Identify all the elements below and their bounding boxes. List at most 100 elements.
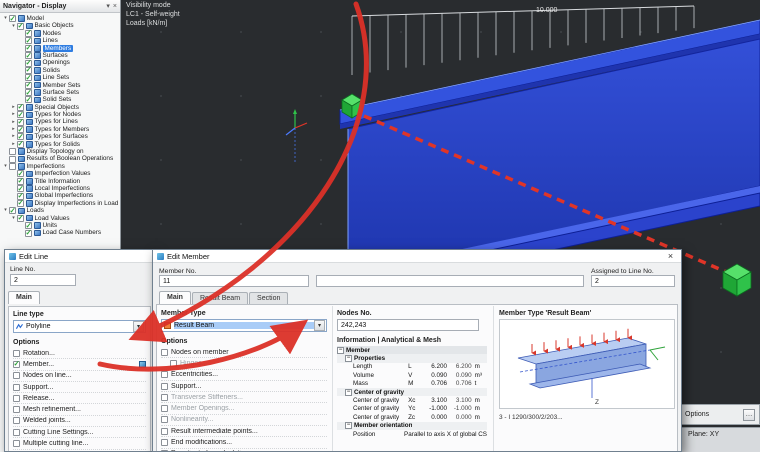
checkbox[interactable]	[161, 405, 168, 412]
checkbox[interactable]	[17, 126, 24, 133]
checkbox[interactable]	[9, 15, 16, 22]
checkbox[interactable]	[9, 163, 16, 170]
tree-item-solid-sets[interactable]: Solid Sets	[0, 96, 120, 103]
tree-item-load-case-numbers[interactable]: Load Case Numbers	[0, 229, 120, 236]
checkbox[interactable]	[17, 215, 24, 222]
tree-item-members[interactable]: Members	[0, 45, 120, 52]
line-type-select[interactable]: Polyline ▾	[13, 320, 146, 333]
checkbox[interactable]	[13, 350, 20, 357]
line-option-mesh-refinement[interactable]: Mesh refinement...	[13, 404, 146, 415]
member-option-nonlinearity[interactable]: Nonlinearity...	[161, 415, 327, 426]
tree-item-imperfections[interactable]: ▾Imperfections	[0, 163, 120, 170]
checkbox[interactable]	[25, 37, 32, 44]
checkbox[interactable]	[25, 45, 32, 52]
checkbox[interactable]	[13, 372, 20, 379]
checkbox[interactable]	[25, 96, 32, 103]
close-icon[interactable]: ×	[664, 251, 677, 262]
tree-item-openings[interactable]: Openings	[0, 59, 120, 66]
tree-item-results-of-boolean-operations[interactable]: Results of Boolean Operations	[0, 155, 120, 162]
support-node-end[interactable]	[723, 264, 751, 296]
tree-item-types-for-lines[interactable]: ▸Types for Lines	[0, 118, 120, 125]
line-option-welded-joints[interactable]: Welded joints...	[13, 416, 146, 427]
tree-item-lines[interactable]: Lines	[0, 37, 120, 44]
member-option-member-openings[interactable]: Member Openings...	[161, 403, 327, 414]
expander-icon[interactable]: ▾	[2, 15, 9, 22]
tab-main[interactable]: Main	[159, 291, 191, 304]
checkbox[interactable]	[161, 428, 168, 435]
checkbox[interactable]	[17, 178, 24, 185]
expander-icon[interactable]: ▸	[10, 141, 17, 148]
checkbox[interactable]	[13, 429, 20, 436]
tree-item-global-imperfections[interactable]: Global Imperfections	[0, 192, 120, 199]
checkbox[interactable]	[25, 222, 32, 229]
tree-item-member-sets[interactable]: Member Sets	[0, 82, 120, 89]
tab-section[interactable]: Section	[249, 292, 288, 304]
expander-icon[interactable]: ▾	[2, 163, 9, 170]
tree-item-units[interactable]: Units	[0, 222, 120, 229]
checkbox[interactable]	[25, 52, 32, 59]
checkbox[interactable]	[25, 74, 32, 81]
checkbox[interactable]	[17, 193, 24, 200]
info-group-member-orientation[interactable]: −Member orientation	[337, 422, 487, 430]
expander-icon[interactable]: ▸	[10, 111, 17, 118]
tree-item-types-for-members[interactable]: ▸Types for Members	[0, 126, 120, 133]
checkbox[interactable]	[9, 148, 16, 155]
chevron-down-icon[interactable]: ▾	[133, 321, 144, 332]
tree-item-display-topology-on[interactable]: Display Topology on	[0, 148, 120, 155]
member-option-support[interactable]: Support...	[161, 381, 327, 392]
expander-icon[interactable]: ▾	[10, 23, 17, 30]
checkbox[interactable]	[161, 371, 168, 378]
collapse-icon[interactable]: −	[337, 347, 344, 354]
tab-main-line[interactable]: Main	[8, 291, 40, 304]
member-option-hinges[interactable]: Hinges...	[161, 358, 327, 369]
member-type-select[interactable]: Result Beam ▾	[161, 319, 327, 332]
line-option-nodes-on-line[interactable]: Nodes on line...	[13, 371, 146, 382]
expander-icon[interactable]: ▾	[2, 207, 9, 214]
checkbox[interactable]	[17, 133, 24, 140]
checkbox[interactable]	[25, 82, 32, 89]
chevron-down-icon[interactable]: ▾	[106, 2, 110, 10]
checkbox[interactable]	[25, 30, 32, 37]
checkbox[interactable]	[161, 383, 168, 390]
navigator-titlebar[interactable]: Navigator - Display ▾ ×	[0, 0, 120, 13]
line-option-member[interactable]: Member...	[13, 359, 146, 370]
checkbox[interactable]	[25, 89, 32, 96]
chevron-down-icon[interactable]: ▾	[314, 320, 325, 331]
info-group-center-of-gravity[interactable]: −Center of gravity	[337, 388, 487, 396]
info-group-properties[interactable]: −Properties	[337, 354, 487, 362]
tree-item-basic-objects[interactable]: ▾Basic Objects	[0, 22, 120, 29]
checkbox[interactable]	[161, 416, 168, 423]
checkbox[interactable]	[13, 406, 20, 413]
checkbox[interactable]	[9, 207, 16, 214]
checkbox[interactable]	[13, 361, 20, 368]
checkbox[interactable]	[161, 394, 168, 401]
checkbox[interactable]	[17, 119, 24, 126]
line-option-multiple-cutting-line[interactable]: Multiple cutting line...	[13, 438, 146, 449]
tree-item-title-information[interactable]: Title Information	[0, 178, 120, 185]
tab-result-beam[interactable]: Result Beam	[192, 292, 248, 304]
checkbox[interactable]	[25, 230, 32, 237]
tree-item-types-for-surfaces[interactable]: ▸Types for Surfaces	[0, 133, 120, 140]
member-option-end-modifications[interactable]: End modifications...	[161, 437, 327, 448]
checkbox[interactable]	[170, 360, 177, 367]
tree-item-imperfection-values[interactable]: Imperfection Values	[0, 170, 120, 177]
checkbox[interactable]	[17, 200, 24, 207]
expander-icon[interactable]: ▸	[10, 133, 17, 140]
tree-item-model[interactable]: ▾Model	[0, 15, 120, 22]
member-name-field[interactable]	[316, 275, 584, 287]
expander-icon[interactable]: ▸	[10, 104, 17, 111]
member-option-nodes-on-member[interactable]: Nodes on member	[161, 347, 327, 358]
checkbox[interactable]	[25, 60, 32, 67]
checkbox[interactable]	[13, 440, 20, 447]
line-option-cutting-line-settings[interactable]: Cutting Line Settings...	[13, 427, 146, 438]
expander-icon[interactable]: ▸	[10, 119, 17, 126]
collapse-icon[interactable]: −	[345, 422, 352, 429]
checkbox[interactable]	[25, 67, 32, 74]
checkbox[interactable]	[17, 23, 24, 30]
member-option-eccentricities[interactable]: Eccentricities...	[161, 370, 327, 381]
tree-item-types-for-nodes[interactable]: ▸Types for Nodes	[0, 111, 120, 118]
member-option-result-intermediate-points[interactable]: Result intermediate points...	[161, 426, 327, 437]
tree-item-load-values[interactable]: ▾Load Values	[0, 215, 120, 222]
line-no-input[interactable]: 2	[10, 274, 76, 286]
expander-icon[interactable]: ▾	[10, 215, 17, 222]
